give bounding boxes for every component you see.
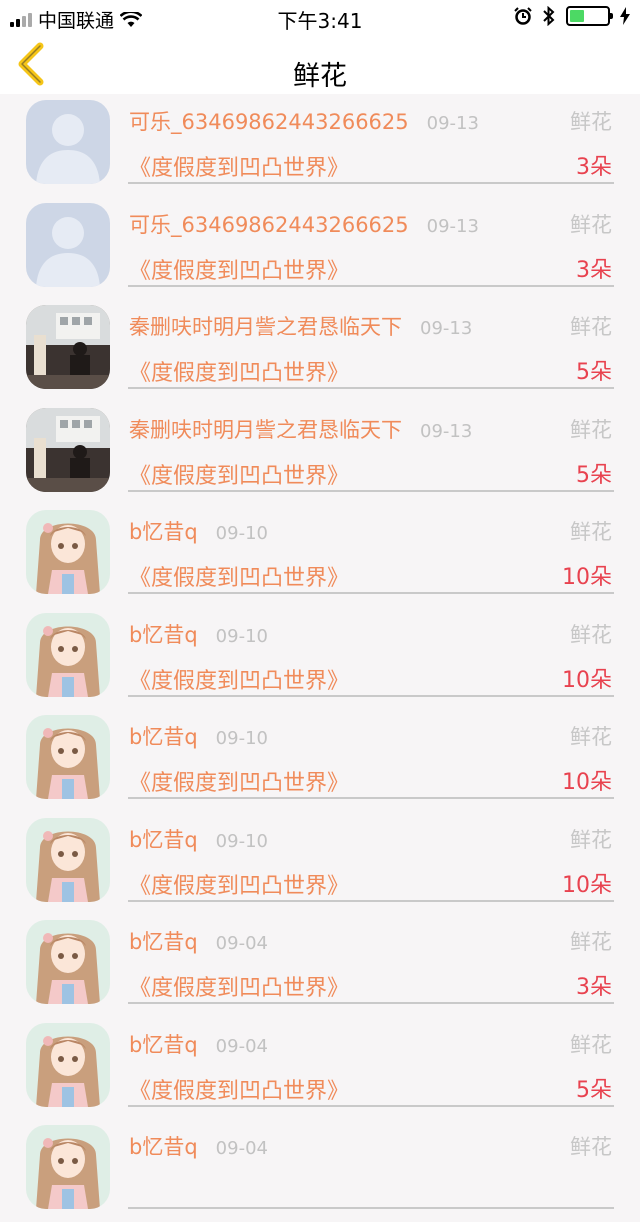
flower-list: 可乐_63469862443266625 09-13 鲜花 《度假度到凹凸世界》 … [0,94,640,1222]
list-item[interactable]: 秦删呋时明月訾之君恳临天下 09-13 鲜花 《度假度到凹凸世界》 5朵 [0,299,640,402]
gift-count: 5朵 [576,462,612,488]
list-item[interactable]: b忆昔q 09-10 鲜花 《度假度到凹凸世界》 10朵 [0,607,640,710]
list-item[interactable]: b忆昔q 09-10 鲜花 《度假度到凹凸世界》 10朵 [0,709,640,812]
book-title[interactable]: 《度假度到凹凸世界》 [129,663,349,695]
gift-date: 09-10 [215,728,268,749]
gift-type: 鲜花 [570,212,612,237]
book-title[interactable]: 《度假度到凹凸世界》 [129,150,349,182]
gift-date: 09-13 [420,318,473,339]
book-title[interactable]: 《度假度到凹凸世界》 [129,970,349,1002]
gift-count: 5朵 [576,360,612,385]
gift-date: 09-13 [426,215,479,237]
gift-type: 鲜花 [570,1032,612,1057]
sender-name: b忆昔q 09-10 [129,827,268,852]
sender-name: b忆昔q 09-04 [129,1032,268,1057]
gift-date: 09-10 [215,830,268,852]
gift-date: 09-10 [215,625,268,647]
sender-name: b忆昔q 09-10 [129,725,268,749]
avatar[interactable] [26,510,110,594]
list-item[interactable]: 可乐_63469862443266625 09-13 鲜花 《度假度到凹凸世界》 … [0,94,640,197]
avatar[interactable] [26,1125,110,1209]
avatar[interactable] [26,1022,110,1107]
divider [128,797,614,799]
gift-type: 鲜花 [570,622,612,647]
gift-count: 3朵 [576,155,612,180]
sender-name: 秦删呋时明月訾之君恳临天下 09-13 [129,417,473,442]
divider [128,182,614,184]
gift-type: 鲜花 [570,110,612,134]
sender-name: b忆昔q 09-10 [129,622,268,647]
status-right [514,6,630,26]
avatar[interactable] [26,202,110,287]
sender-name: 秦删呋时明月訾之君恳临天下 09-13 [129,315,473,339]
book-title[interactable]: 《度假度到凹凸世界》 [129,458,349,490]
divider [128,1002,614,1004]
gift-type: 鲜花 [570,417,612,442]
sender-name: 可乐_63469862443266625 09-13 [129,212,479,237]
gift-type: 鲜花 [570,930,612,954]
divider [128,592,614,594]
status-bar: 中国联通 下午3:41 [0,0,640,36]
divider [128,1104,614,1107]
avatar[interactable] [26,100,110,184]
nav-bar: 鲜花 [0,36,640,94]
list-item[interactable]: b忆昔q 09-04 鲜花 《度假度到凹凸世界》 3朵 [0,914,640,1017]
gift-count: 3朵 [576,975,612,1000]
gift-count: 10朵 [562,667,612,693]
avatar[interactable] [26,715,110,799]
gift-count: 3朵 [576,257,612,283]
gift-count: 10朵 [562,872,612,898]
battery-icon [566,6,613,26]
divider [128,694,614,697]
gift-count: 5朵 [576,1077,612,1103]
book-title[interactable]: 《度假度到凹凸世界》 [129,355,349,387]
gift-type: 鲜花 [570,725,612,749]
divider [128,387,614,389]
gift-date: 09-13 [420,420,473,442]
sender-name: b忆昔q 09-04 [129,1135,268,1159]
book-title[interactable]: 《度假度到凹凸世界》 [129,560,349,592]
list-item[interactable]: b忆昔q 09-10 鲜花 《度假度到凹凸世界》 10朵 [0,812,640,915]
gift-date: 09-04 [215,1138,268,1159]
book-title[interactable]: 《度假度到凹凸世界》 [129,1073,349,1105]
gift-count: 10朵 [562,770,612,795]
divider [128,284,614,287]
gift-date: 09-13 [426,113,479,134]
bluetooth-icon [543,6,555,26]
divider [128,899,614,902]
divider [128,1207,614,1209]
list-item[interactable]: b忆昔q 09-04 鲜花 《度假度到凹凸世界》 5朵 [0,1017,640,1120]
alarm-icon [514,7,532,25]
list-item[interactable]: 可乐_63469862443266625 09-13 鲜花 《度假度到凹凸世界》 … [0,197,640,300]
gift-count: 10朵 [562,565,612,590]
book-title[interactable]: 《度假度到凹凸世界》 [129,868,349,900]
book-title[interactable]: 《度假度到凹凸世界》 [129,765,349,797]
list-item[interactable]: b忆昔q 09-10 鲜花 《度假度到凹凸世界》 10朵 [0,504,640,607]
list-item[interactable]: b忆昔q 09-04 鲜花 [0,1119,640,1222]
sender-name: b忆昔q 09-04 [129,930,268,954]
avatar[interactable] [26,407,110,492]
page-title: 鲜花 [293,61,347,92]
avatar[interactable] [26,920,110,1004]
gift-date: 09-10 [215,523,268,544]
list-item[interactable]: 秦删呋时明月訾之君恳临天下 09-13 鲜花 《度假度到凹凸世界》 5朵 [0,402,640,505]
charging-icon [620,7,630,25]
gift-date: 09-04 [215,1035,268,1057]
gift-date: 09-04 [215,933,268,954]
divider [128,489,614,492]
avatar[interactable] [26,305,110,389]
gift-type: 鲜花 [570,1135,612,1159]
book-title[interactable]: 《度假度到凹凸世界》 [129,253,349,285]
sender-name: 可乐_63469862443266625 09-13 [129,110,479,134]
avatar[interactable] [26,612,110,697]
gift-type: 鲜花 [570,827,612,852]
gift-type: 鲜花 [570,520,612,544]
avatar[interactable] [26,817,110,902]
sender-name: b忆昔q 09-10 [129,520,268,544]
gift-type: 鲜花 [570,315,612,339]
